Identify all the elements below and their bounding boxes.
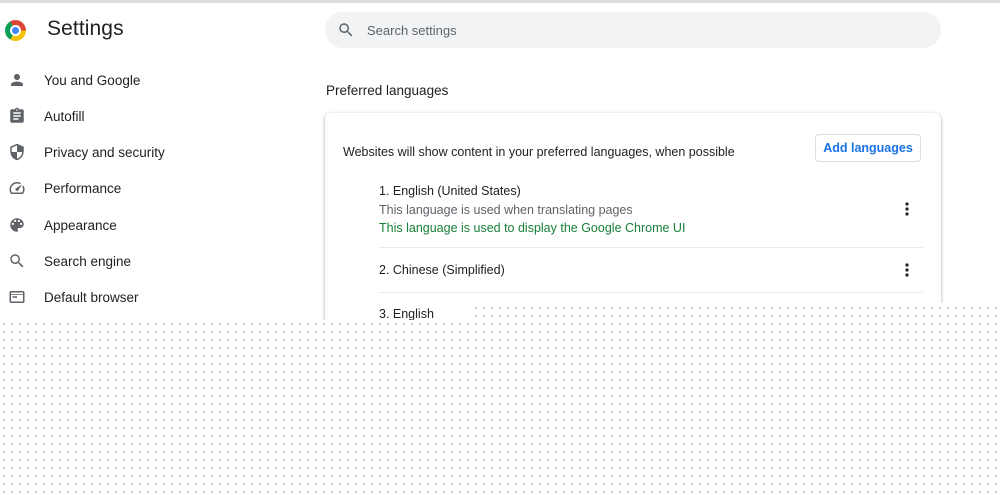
sidebar-item-label: Autofill [44,108,85,124]
speedometer-icon [8,179,26,197]
add-languages-button[interactable]: Add languages [815,134,921,162]
sidebar-item-default-browser[interactable]: Default browser [0,279,290,315]
sidebar-item-label: Appearance [44,217,117,233]
shield-icon [8,143,26,161]
language-item: 2. Chinese (Simplified) [379,263,923,281]
settings-page: Settings You and Google Autofill Privacy… [0,0,1000,495]
language-name: 2. Chinese (Simplified) [379,263,505,277]
search-icon [8,252,26,270]
sidebar-item-search-engine[interactable]: Search engine [0,243,290,279]
browser-window-icon [8,288,26,306]
clipboard-icon [8,107,26,125]
language-item: 1. English (United States) This language… [379,184,923,240]
window-top-strip [0,0,1000,3]
divider [379,292,923,293]
search-input[interactable] [367,22,907,38]
section-title: Preferred languages [326,83,449,98]
sidebar-item-autofill[interactable]: Autofill [0,98,290,134]
person-icon [8,71,26,89]
search-icon[interactable] [337,21,355,39]
sidebar-item-privacy-and-security[interactable]: Privacy and security [0,134,290,170]
more-options-icon[interactable] [895,258,919,282]
language-name: 3. English [379,307,434,321]
sidebar-item-label: You and Google [44,72,141,88]
sidebar-item-you-and-google[interactable]: You and Google [0,62,290,98]
palette-icon [8,216,26,234]
sidebar-item-label: Performance [44,180,122,196]
more-options-icon[interactable] [895,197,919,221]
sidebar-item-label: Search engine [44,253,132,269]
search-bar[interactable] [325,12,941,48]
chrome-logo-icon [5,20,26,41]
sidebar-item-label: Default browser [44,289,139,305]
language-ui-note: This language is used to display the Goo… [379,221,686,235]
sidebar-item-appearance[interactable]: Appearance [0,207,290,243]
sidebar-item-label: Privacy and security [44,144,165,160]
card-description: Websites will show content in your prefe… [343,145,735,159]
divider [379,247,923,248]
page-title: Settings [47,17,124,40]
dotted-overlay [0,320,1000,495]
language-translate-note: This language is used when translating p… [379,203,633,217]
language-name: 1. English (United States) [379,184,521,198]
sidebar-item-performance[interactable]: Performance [0,170,290,206]
